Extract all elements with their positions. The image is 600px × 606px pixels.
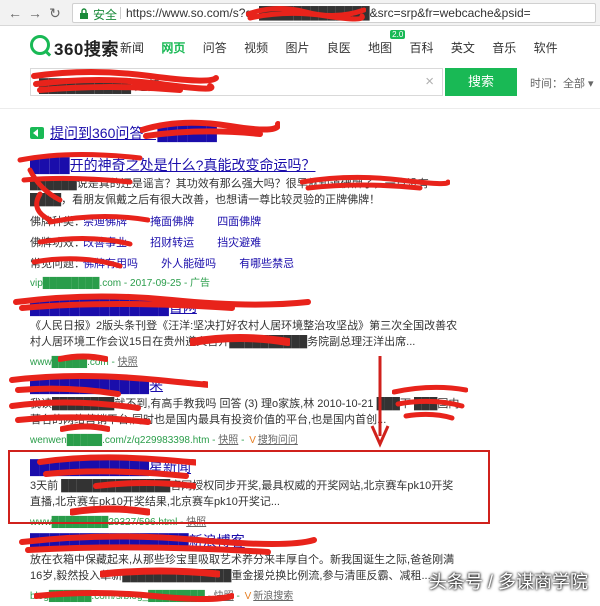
header-divider xyxy=(0,108,600,109)
down-arrow-icon xyxy=(370,356,390,448)
snapshot-link[interactable]: 快照 xyxy=(118,357,138,368)
time-filter-dropdown[interactable]: 时间：全部 ▾ xyxy=(530,75,594,91)
tab-map-label: 地图 xyxy=(368,41,393,55)
back-arrow-icon[interactable]: ← xyxy=(6,4,24,22)
tab-video[interactable]: 视频 xyxy=(244,39,268,56)
tab-map[interactable]: 地图 2.0 xyxy=(368,30,406,56)
logo-text: 360搜索 xyxy=(54,40,119,59)
redaction-mark xyxy=(246,2,366,24)
redaction-mark xyxy=(300,172,450,196)
verified-icon: V xyxy=(249,435,256,446)
snapshot-link[interactable]: 快照 xyxy=(218,435,238,446)
redaction-mark xyxy=(100,566,220,582)
tab-baike[interactable]: 百科 xyxy=(410,39,434,56)
redaction-mark xyxy=(30,66,220,96)
speaker-icon xyxy=(30,127,44,139)
redaction-mark xyxy=(70,504,150,520)
row-link[interactable]: 有哪些禁忌 xyxy=(239,255,294,271)
vertical-tabs: 新闻 网页 问答 视频 图片 良医 地图 2.0 百科 英文 音乐 软件 xyxy=(120,30,572,56)
tab-news[interactable]: 新闻 xyxy=(120,39,144,56)
result-url[interactable]: wenwen█████.com/z/q229983398.htm xyxy=(30,435,209,446)
row-link[interactable]: 掩面佛牌 xyxy=(150,213,194,229)
redaction-mark xyxy=(12,290,312,316)
redaction-mark xyxy=(36,452,196,492)
row-link[interactable]: 四面佛牌 xyxy=(217,213,261,229)
tab-software[interactable]: 软件 xyxy=(534,39,558,56)
source-link[interactable]: 新浪搜索 xyxy=(253,591,293,602)
row-link[interactable]: 挡灾避难 xyxy=(217,234,261,250)
tab-doctor[interactable]: 良医 xyxy=(327,39,351,56)
redaction-mark xyxy=(8,370,208,430)
redaction-mark xyxy=(190,332,290,352)
redaction-mark xyxy=(140,116,280,142)
watermark: 头条号 / 多谋商学院 xyxy=(428,572,588,592)
redaction-mark xyxy=(10,150,150,280)
redaction-mark xyxy=(60,422,110,436)
redaction-mark xyxy=(34,588,234,604)
redaction-mark xyxy=(18,530,318,558)
logo-ring-icon xyxy=(30,35,50,55)
clear-icon[interactable]: × xyxy=(425,73,434,91)
tab-web[interactable]: 网页 xyxy=(161,39,185,56)
address-separator xyxy=(120,7,121,19)
verified-icon: V xyxy=(244,591,252,602)
tab-music[interactable]: 音乐 xyxy=(492,39,516,56)
tab-images[interactable]: 图片 xyxy=(285,39,309,56)
redaction-mark xyxy=(58,352,108,366)
row-link[interactable]: 招财转运 xyxy=(150,234,194,250)
row-link[interactable]: 外人能碰吗 xyxy=(161,255,216,271)
lock-icon xyxy=(79,8,89,19)
search-button[interactable]: 搜索 xyxy=(445,68,517,96)
reload-icon[interactable]: ↻ xyxy=(46,4,64,22)
secure-label: 安全 xyxy=(93,8,118,22)
tab-english[interactable]: 英文 xyxy=(451,39,475,56)
forward-arrow-icon[interactable]: → xyxy=(26,4,44,22)
version-badge: 2.0 xyxy=(390,30,406,39)
tab-qa[interactable]: 问答 xyxy=(203,39,227,56)
source-link[interactable]: 搜狗问问 xyxy=(258,435,298,446)
redaction-mark xyxy=(392,382,468,422)
